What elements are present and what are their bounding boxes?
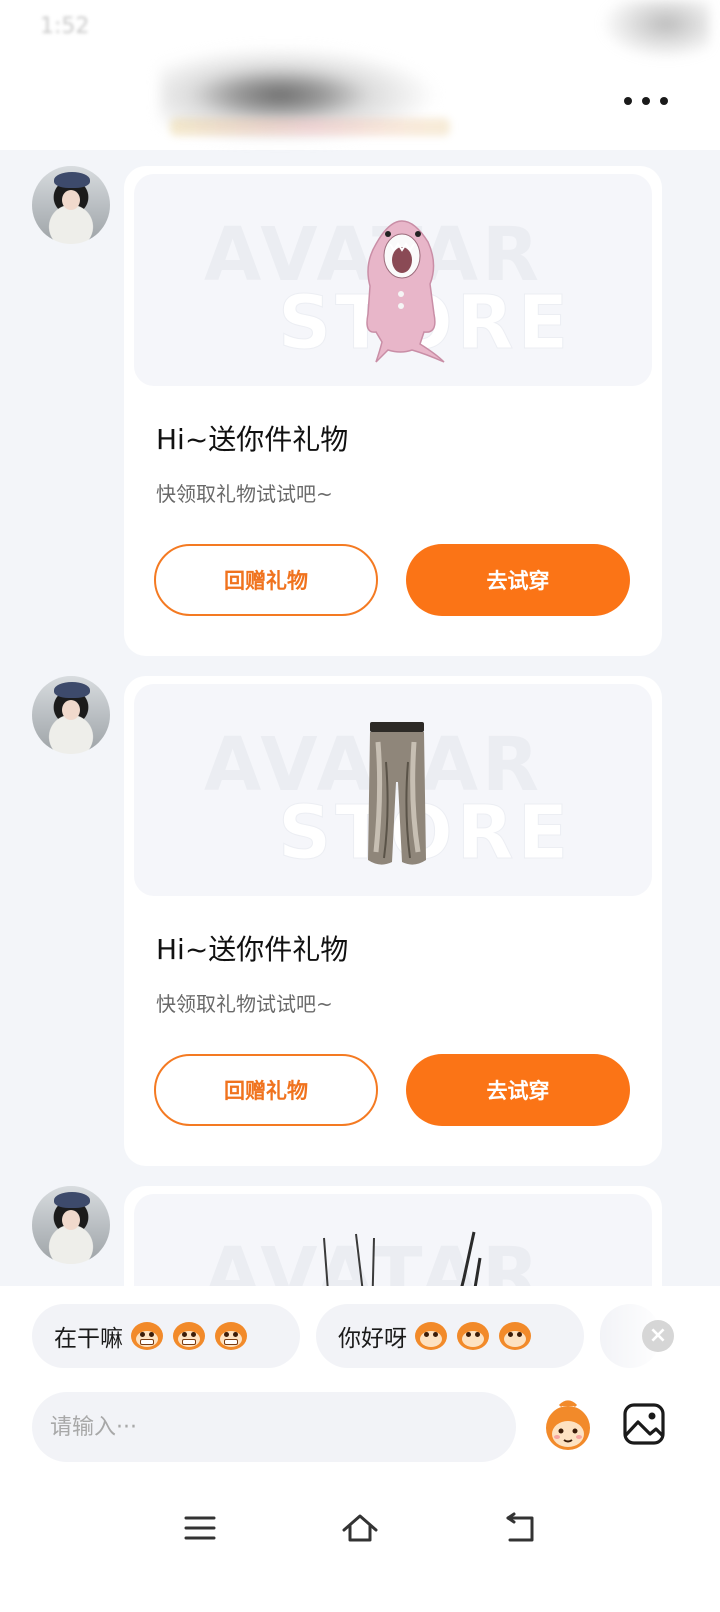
gift-title: Hi~送你件礼物 bbox=[156, 933, 349, 966]
quick-reply-chip[interactable]: 你好呀 bbox=[316, 1304, 584, 1368]
quick-reply-label: 在干嘛 bbox=[54, 1326, 123, 1352]
sender-avatar[interactable] bbox=[32, 1186, 110, 1264]
menu-icon[interactable] bbox=[180, 1508, 220, 1548]
sender-avatar[interactable] bbox=[32, 166, 110, 244]
system-nav-bar bbox=[0, 1482, 720, 1582]
message-input[interactable] bbox=[50, 1414, 498, 1440]
quick-reply-label: 你好呀 bbox=[338, 1326, 407, 1352]
monkey-emoji-icon bbox=[413, 1320, 449, 1352]
gift-card: AVATAR STORE Hi~送你件礼物 快领取礼物试试吧~ 回赠礼物 去试穿 bbox=[124, 166, 662, 656]
shark-hoodie-image bbox=[366, 220, 445, 363]
contact-name-blurred bbox=[170, 118, 450, 136]
sender-avatar[interactable] bbox=[32, 676, 110, 754]
monkey-emoji-icon bbox=[213, 1320, 249, 1352]
monkey-emoji-icon bbox=[497, 1320, 533, 1352]
more-horizontal-icon bbox=[642, 97, 650, 105]
chat-screen: 1:52 AVATAR STORE bbox=[0, 0, 720, 1612]
back-icon[interactable] bbox=[500, 1508, 540, 1548]
chat-header: 1:52 bbox=[0, 0, 720, 150]
return-gift-button[interactable]: 回赠礼物 bbox=[154, 1054, 378, 1126]
gift-item-preview[interactable]: AVATAR STORE bbox=[134, 684, 652, 896]
gift-card: AVATAR STORE Hi~送你件礼物 快领取礼物试试吧~ 回赠礼物 去试穿 bbox=[124, 676, 662, 1166]
avatar-face bbox=[62, 1210, 80, 1230]
monkey-emoji-icon bbox=[129, 1320, 165, 1352]
quick-reply-chip[interactable]: 在干嘛 bbox=[32, 1304, 300, 1368]
status-time: 1:52 bbox=[40, 14, 90, 39]
status-icons-blurred bbox=[600, 0, 710, 60]
pants-image bbox=[368, 722, 426, 865]
gift-subtitle: 快领取礼物试试吧~ bbox=[156, 482, 333, 506]
try-on-button[interactable]: 去试穿 bbox=[406, 1054, 630, 1126]
monkey-emoji-icon bbox=[455, 1320, 491, 1352]
message-input-wrapper[interactable] bbox=[32, 1392, 516, 1462]
avatar-hat bbox=[54, 1192, 90, 1208]
mascot-sticker-button[interactable] bbox=[540, 1398, 596, 1454]
avatar-face bbox=[62, 190, 80, 210]
avatar-hat bbox=[54, 172, 90, 188]
avatar-hat bbox=[54, 682, 90, 698]
home-icon[interactable] bbox=[340, 1508, 380, 1548]
gift-item-preview[interactable]: AVATAR STORE bbox=[134, 174, 652, 386]
avatar-face bbox=[62, 700, 80, 720]
image-picker-icon[interactable] bbox=[622, 1402, 666, 1446]
more-button[interactable] bbox=[624, 86, 668, 116]
try-on-button[interactable]: 去试穿 bbox=[406, 544, 630, 616]
close-quick-replies-icon[interactable]: × bbox=[642, 1320, 674, 1352]
more-horizontal-icon bbox=[624, 97, 632, 105]
monkey-emoji-icon bbox=[171, 1320, 207, 1352]
return-gift-button[interactable]: 回赠礼物 bbox=[154, 544, 378, 616]
more-horizontal-icon bbox=[660, 97, 668, 105]
gift-subtitle: 快领取礼物试试吧~ bbox=[156, 992, 333, 1016]
gift-title: Hi~送你件礼物 bbox=[156, 423, 349, 456]
